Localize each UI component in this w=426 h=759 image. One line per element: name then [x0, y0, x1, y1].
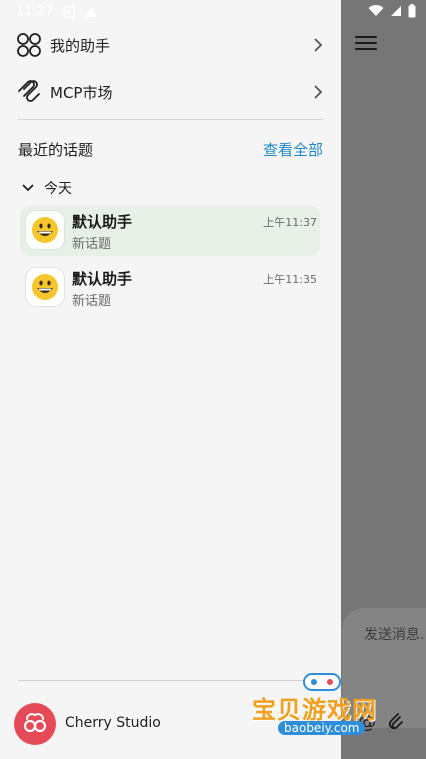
- smiley-emoji-icon: [32, 274, 58, 300]
- topic-title: 新话题: [72, 237, 112, 252]
- chevron-right-icon: [314, 38, 323, 52]
- topic-assistant-name: 默认助手: [72, 270, 133, 288]
- nav-mcp-market[interactable]: MCP市场: [0, 69, 341, 115]
- assistant-avatar: [25, 210, 65, 250]
- topic-item[interactable]: 默认助手 新话题 上午11:37: [20, 206, 320, 256]
- chevron-down-icon: [22, 184, 34, 192]
- topic-time: 上午11:35: [263, 273, 317, 286]
- status-bar: 11:27: [16, 4, 97, 19]
- topic-group-today[interactable]: 今天: [22, 178, 72, 198]
- topic-item[interactable]: 默认助手 新话题 上午11:35: [20, 263, 320, 313]
- watermark-url: baobeiy.com: [278, 721, 366, 735]
- assistant-avatar: [25, 267, 65, 307]
- topic-group-label: 今天: [44, 181, 72, 197]
- battery-icon: [408, 4, 416, 18]
- topic-time: 上午11:37: [263, 216, 317, 229]
- nav-my-assistants-label: 我的助手: [50, 36, 111, 55]
- signal-icon: [391, 6, 401, 16]
- warning-icon: [85, 6, 97, 17]
- mcp-icon: [18, 80, 40, 102]
- topic-title: 新话题: [72, 294, 112, 309]
- status-icons: [368, 4, 416, 18]
- notification-icon: [63, 5, 76, 18]
- view-all-link[interactable]: 查看全部: [263, 139, 323, 160]
- cherry-studio-logo[interactable]: [14, 703, 56, 745]
- message-input-placeholder[interactable]: 发送消息...: [364, 624, 426, 644]
- watermark: 宝贝游戏网 baobeiy.com: [250, 668, 426, 752]
- status-time: 11:27: [16, 4, 54, 19]
- assistants-grid-icon: [17, 33, 41, 57]
- hamburger-menu-icon[interactable]: [354, 32, 378, 56]
- side-drawer: 11:27 我的助手 MCP市场 最近的话题 查看全部 今天 默认助手 新话题 …: [0, 0, 341, 759]
- app-name: Cherry Studio: [65, 715, 161, 731]
- chevron-right-icon: [314, 85, 323, 99]
- wifi-icon: [368, 5, 384, 17]
- smiley-emoji-icon: [32, 217, 58, 243]
- divider: [18, 119, 323, 120]
- watermark-title: 宝贝游戏网: [252, 696, 377, 724]
- chat-main-area: 发送消息... @: [340, 0, 426, 759]
- nav-my-assistants[interactable]: 我的助手: [0, 22, 341, 68]
- topic-assistant-name: 默认助手: [72, 213, 133, 231]
- nav-mcp-market-label: MCP市场: [50, 83, 113, 102]
- recent-topics-title: 最近的话题: [18, 141, 94, 159]
- cherry-logo-icon: [23, 713, 47, 733]
